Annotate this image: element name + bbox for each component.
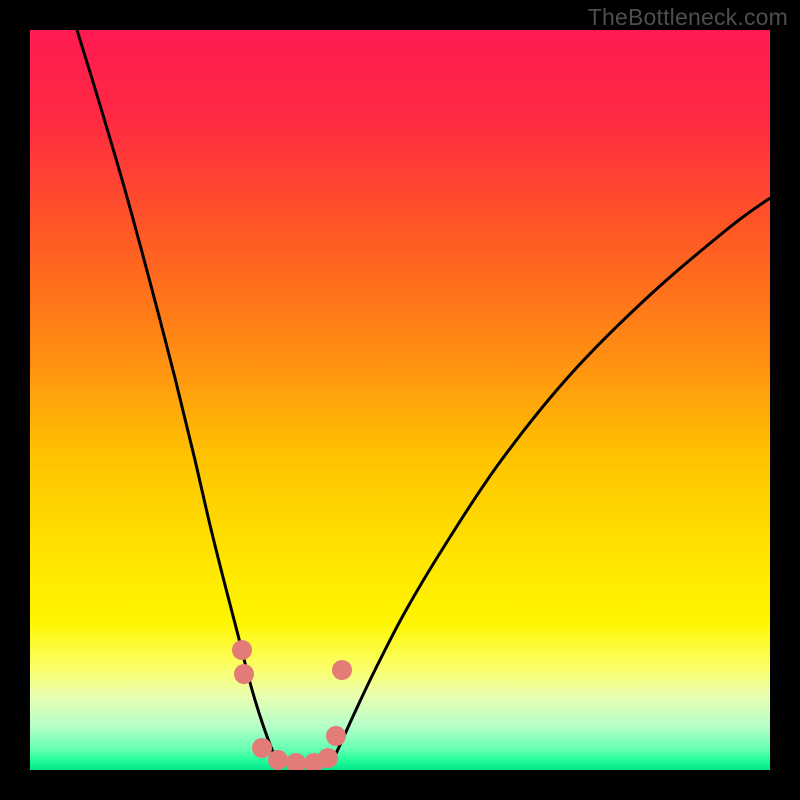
bottleneck-curve-right (330, 198, 770, 766)
data-marker (318, 748, 338, 768)
chart-frame (30, 30, 770, 770)
data-marker (286, 753, 306, 770)
watermark-text: TheBottleneck.com (588, 4, 788, 31)
data-marker (234, 664, 254, 684)
data-marker (332, 660, 352, 680)
chart-plot (30, 30, 770, 770)
data-markers (232, 640, 352, 770)
data-marker (268, 750, 288, 770)
data-marker (252, 738, 272, 758)
data-marker (326, 726, 346, 746)
data-marker (232, 640, 252, 660)
